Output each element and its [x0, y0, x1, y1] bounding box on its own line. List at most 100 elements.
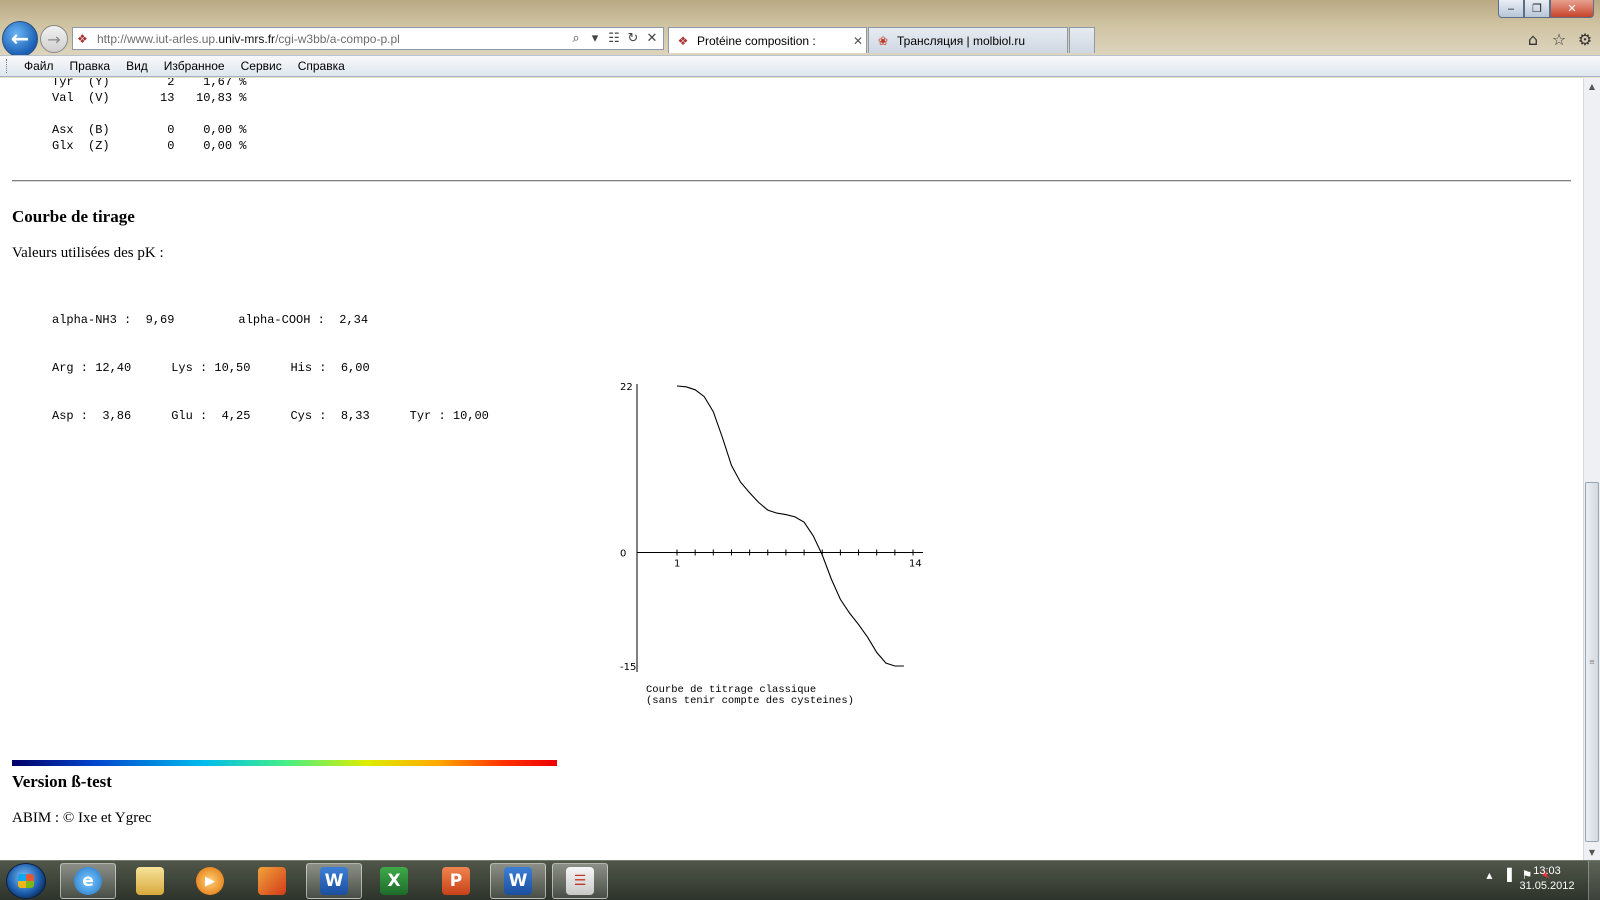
taskbar-word[interactable]: W — [306, 863, 362, 899]
pk-arg: Arg : 12,40 — [52, 361, 132, 375]
chart-caption-line: (sans tenir compte des cysteines) — [646, 695, 854, 707]
aa-count: 0 — [138, 123, 175, 137]
taskbar-powerpoint[interactable]: P — [428, 863, 484, 899]
clock[interactable]: 13:03 31.05.2012 — [1512, 864, 1582, 894]
site-favicon-icon: ❖ — [77, 31, 88, 46]
aa-percent: 10,83 % — [174, 91, 247, 105]
pk-alpha-nh3: alpha-NH3 : 9,69 — [52, 313, 175, 327]
menu-bar: Файл Правка Вид Избранное Сервис Справка — [0, 55, 1600, 77]
menu-grip — [6, 59, 10, 73]
browser-chrome: ‒ ❐ ✕ ← → ❖ http://www.iut-arles.up.univ… — [0, 0, 1600, 78]
tab-proteine-composition[interactable]: ❖ Protéine composition : ✕ — [668, 27, 867, 53]
taskbar: e ▶ W X P W ☰ ▴ ▐ ⚑ 🔇︎ 13:03 31.05.2012 — [0, 860, 1600, 900]
chart-caption: Courbe de titrage classique (sans tenir c… — [646, 685, 854, 707]
clock-date: 31.05.2012 — [1519, 880, 1575, 892]
aa-code: (V) — [88, 91, 139, 105]
pk-values-block: alpha-NH3 : 9,69 alpha-COOH : 2,34 Arg : … — [52, 280, 489, 456]
aa-name: Tyr — [52, 78, 89, 89]
aa-count: 0 — [138, 139, 175, 153]
aa-percent: 0,00 % — [174, 123, 247, 137]
pk-cys: Cys : 8,33 — [290, 409, 370, 423]
molbiol-favicon-icon: ❀ — [877, 33, 889, 48]
compatibility-view-icon[interactable]: ☷ — [606, 31, 622, 47]
aa-count: 13 — [138, 91, 175, 105]
gear-icon[interactable]: ⚙ — [1576, 30, 1594, 49]
aa-name: Val — [52, 91, 89, 105]
favorites-star-icon[interactable]: ☆ — [1550, 30, 1568, 49]
forward-button[interactable]: → — [40, 25, 68, 53]
taskbar-media-player[interactable]: ▶ — [182, 863, 238, 899]
pk-alpha-cooh: alpha-COOH : 2,34 — [238, 313, 369, 327]
minimize-button[interactable]: ‒ — [1498, 0, 1524, 18]
titration-curve — [676, 385, 904, 667]
excel-icon: X — [380, 867, 408, 895]
aa-row: Glx (Z) 0 0,00 % — [52, 138, 246, 154]
office-icon — [258, 867, 286, 895]
aa-code: (B) — [88, 123, 139, 137]
x-tick-label: 14 — [909, 558, 922, 569]
aa-row — [52, 106, 246, 122]
url-text[interactable]: http://www.iut-arles.up.univ-mrs.fr/cgi-… — [97, 32, 568, 46]
restore-button[interactable]: ❐ — [1524, 0, 1550, 18]
taskbar-other-app[interactable]: ☰ — [552, 863, 608, 899]
clock-time: 13:03 — [1533, 865, 1561, 877]
scroll-down-arrow-icon[interactable]: ▼ — [1584, 844, 1600, 860]
tab-close-icon[interactable]: ✕ — [850, 34, 866, 48]
home-icon[interactable]: ⌂ — [1524, 30, 1542, 49]
menu-item-favorites[interactable]: Избранное — [156, 59, 233, 73]
internet-explorer-icon: e — [74, 867, 102, 895]
aa-percent — [174, 107, 246, 121]
tab-molbiol[interactable]: ❀ Трансляция | molbiol.ru — [868, 27, 1068, 53]
amino-acid-table: Tyr (Y) 2 1,67 % Val (V) 13 10,83 % Asx (… — [52, 78, 246, 154]
aa-name: Asx — [52, 123, 89, 137]
y-tick-label: -15 — [620, 662, 636, 672]
aa-count — [138, 107, 174, 121]
network-signal-icon[interactable]: ▐ — [1502, 868, 1511, 882]
aa-name: Glx — [52, 139, 89, 153]
rainbow-divider — [12, 760, 557, 766]
taskbar-excel[interactable]: X — [366, 863, 422, 899]
pk-asp: Asp : 3,86 — [52, 409, 132, 423]
horizontal-rule — [12, 180, 1571, 182]
titration-chart: 1 14 22 0 -15 — [620, 382, 923, 672]
media-player-icon: ▶ — [196, 867, 224, 895]
menu-item-edit[interactable]: Правка — [62, 59, 119, 73]
aa-row: Asx (B) 0 0,00 % — [52, 122, 246, 138]
start-button[interactable] — [6, 863, 46, 899]
word-icon: W — [504, 867, 532, 895]
new-tab-button[interactable] — [1069, 27, 1095, 53]
taskbar-office-docs[interactable] — [244, 863, 300, 899]
taskbar-internet-explorer[interactable]: e — [60, 863, 116, 899]
word-icon: W — [320, 867, 348, 895]
pk-tyr: Tyr : 10,00 — [409, 409, 489, 423]
back-button[interactable]: ← — [2, 21, 38, 57]
address-bar[interactable]: ❖ http://www.iut-arles.up.univ-mrs.fr/cg… — [72, 27, 664, 50]
pk-row: Arg : 12,40 Lys : 10,50 His : 6,00 — [52, 360, 489, 376]
taskbar-explorer[interactable] — [122, 863, 178, 899]
search-icon[interactable]: ⌕ — [568, 31, 584, 47]
show-desktop-button[interactable] — [1588, 861, 1600, 900]
close-button[interactable]: ✕ — [1550, 0, 1594, 18]
dropdown-icon[interactable]: ▾ — [587, 31, 603, 47]
window-controls: ‒ ❐ ✕ — [1498, 0, 1594, 18]
refresh-icon[interactable]: ↻ — [625, 31, 641, 47]
scroll-thumb[interactable]: ≡ — [1585, 482, 1599, 842]
x-tick-label: 1 — [674, 558, 680, 569]
aa-name — [52, 107, 88, 121]
menu-item-view[interactable]: Вид — [118, 59, 156, 73]
show-hidden-icons-icon[interactable]: ▴ — [1486, 868, 1492, 882]
menu-item-help[interactable]: Справка — [290, 59, 353, 73]
aa-percent: 0,00 % — [174, 139, 247, 153]
aa-row: Val (V) 13 10,83 % — [52, 90, 246, 106]
powerpoint-icon: P — [442, 867, 470, 895]
stop-icon[interactable]: ✕ — [644, 31, 660, 47]
vertical-scrollbar[interactable]: ▲ ≡ ▼ — [1583, 78, 1600, 860]
aa-percent: 1,67 % — [174, 78, 247, 89]
taskbar-word-2[interactable]: W — [490, 863, 546, 899]
menu-item-tools[interactable]: Сервис — [233, 59, 290, 73]
aa-code: (Y) — [88, 78, 139, 89]
section-title: Courbe de tirage — [12, 207, 135, 226]
scroll-up-arrow-icon[interactable]: ▲ — [1584, 78, 1600, 94]
menu-item-file[interactable]: Файл — [16, 59, 62, 73]
aa-code: (Z) — [88, 139, 139, 153]
